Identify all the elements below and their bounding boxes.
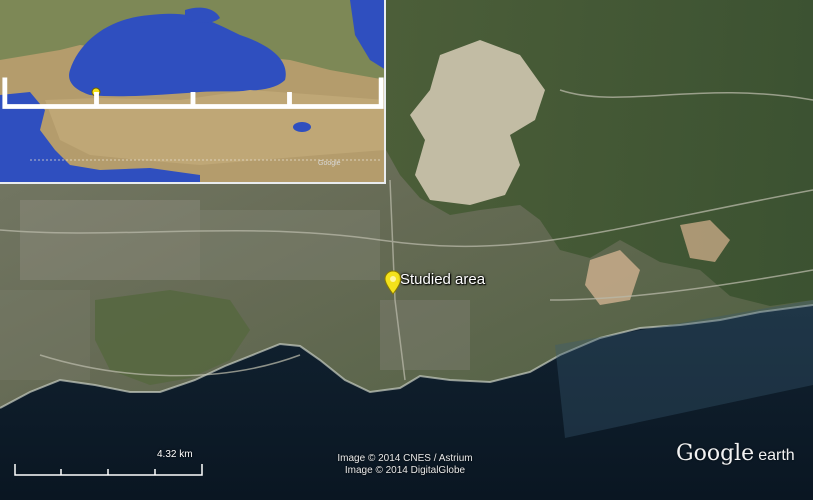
brand-secondary: earth xyxy=(758,447,795,464)
google-earth-logo: Google earth xyxy=(676,441,795,466)
credit-line-2: Image © 2014 DigitalGlobe xyxy=(344,465,466,476)
map-view[interactable]: Google Studied area 4.32 km Image © 2014… xyxy=(0,0,813,500)
studied-area-label: Studied area xyxy=(400,271,486,288)
scale-distance-label: 4.32 km xyxy=(157,449,193,460)
imagery-credits: Image © 2014 CNES / Astrium Image © 2014… xyxy=(300,453,510,477)
inset-map[interactable]: Google xyxy=(0,0,386,184)
credit-line-1: Image © 2014 CNES / Astrium xyxy=(337,453,473,464)
inset-scale-bar xyxy=(2,77,384,109)
brand-primary: Google xyxy=(676,441,755,466)
inset-brand: Google xyxy=(318,160,341,167)
